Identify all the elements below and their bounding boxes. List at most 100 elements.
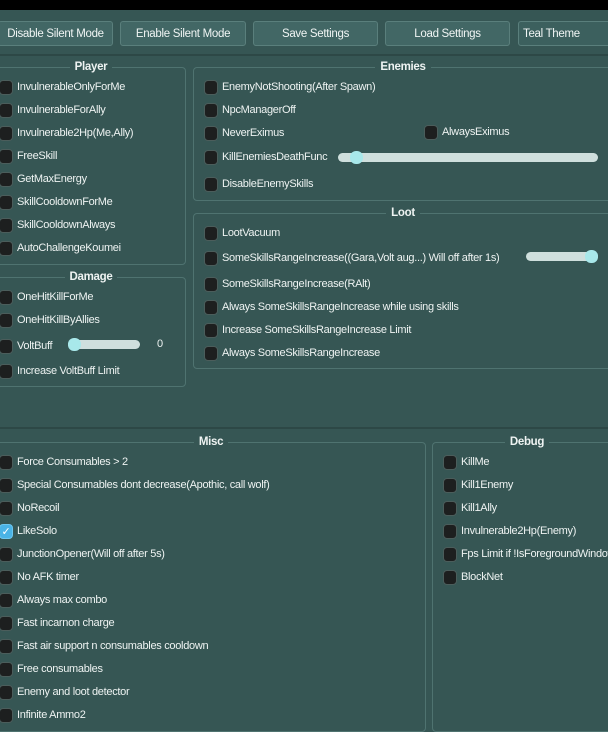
- checkbox-player-3[interactable]: FreeSkill: [0, 148, 57, 164]
- checkbox-loot-4[interactable]: Increase SomeSkillsRangeIncrease Limit: [204, 322, 411, 338]
- checkbox-box[interactable]: [0, 661, 13, 677]
- checkbox-debug-2[interactable]: Kill1Ally: [443, 500, 497, 516]
- kill-enemies-slider[interactable]: [338, 151, 598, 164]
- checkbox-label: KillEnemiesDeathFunc: [222, 151, 328, 163]
- checkbox-debug-4[interactable]: Fps Limit if !IsForegroundWindow: [443, 546, 608, 562]
- checkbox-loot-5[interactable]: Always SomeSkillsRangeIncrease: [204, 345, 380, 361]
- checkbox-damage-2[interactable]: VoltBuff: [0, 338, 53, 354]
- checkbox-box[interactable]: [0, 684, 13, 700]
- checkbox-loot-1[interactable]: SomeSkillsRangeIncrease((Gara,Volt aug..…: [204, 250, 500, 266]
- slider-thumb[interactable]: [350, 151, 364, 164]
- range-increase-slider[interactable]: [526, 250, 598, 263]
- checkbox-box[interactable]: [0, 338, 13, 354]
- checkbox-misc-1[interactable]: Special Consumables dont decrease(Apothi…: [0, 477, 270, 493]
- checkbox-box[interactable]: [0, 171, 13, 187]
- checkbox-enemies-3[interactable]: KillEnemiesDeathFunc: [204, 149, 328, 165]
- checkbox-box[interactable]: [0, 592, 13, 608]
- checkbox-damage-0[interactable]: OneHitKillForMe: [0, 289, 93, 305]
- checkbox-loot-0[interactable]: LootVacuum: [204, 225, 280, 241]
- checkbox-misc-4[interactable]: JunctionOpener(Will off after 5s): [0, 546, 165, 562]
- checkbox-box[interactable]: [0, 289, 13, 305]
- checkbox-damage-3[interactable]: Increase VoltBuff Limit: [0, 363, 120, 379]
- save-settings-button[interactable]: Save Settings: [253, 21, 378, 46]
- checkbox-box[interactable]: [204, 176, 218, 192]
- checkbox-box[interactable]: [0, 569, 13, 585]
- theme-select[interactable]: Teal Theme: [518, 21, 608, 46]
- checkbox-misc-0[interactable]: Force Consumables > 2: [0, 454, 128, 470]
- checkbox-box[interactable]: [0, 454, 13, 470]
- checkbox-debug-5[interactable]: BlockNet: [443, 569, 503, 585]
- checkbox-box[interactable]: [443, 454, 457, 470]
- checkbox-box[interactable]: [0, 194, 13, 210]
- voltbuff-slider[interactable]: [68, 338, 140, 351]
- checkbox-box[interactable]: [204, 322, 218, 338]
- checkbox-damage-1[interactable]: OneHitKillByAllies: [0, 312, 100, 328]
- checkbox-player-6[interactable]: SkillCooldownAlways: [0, 217, 116, 233]
- checkbox-box[interactable]: [0, 638, 13, 654]
- checkbox-debug-1[interactable]: Kill1Enemy: [443, 477, 513, 493]
- checkbox-loot-3[interactable]: Always SomeSkillsRangeIncrease while usi…: [204, 299, 459, 315]
- slider-thumb[interactable]: [585, 250, 598, 263]
- checkbox-misc-11[interactable]: Infinite Ammo2: [0, 707, 86, 723]
- checkbox-misc-2[interactable]: NoRecoil: [0, 500, 60, 516]
- checkbox-box[interactable]: [204, 149, 218, 165]
- checkbox-box[interactable]: [0, 312, 13, 328]
- checkbox-enemies-1[interactable]: NpcManagerOff: [204, 102, 296, 118]
- checkbox-box[interactable]: [0, 102, 13, 118]
- checkbox-debug-3[interactable]: Invulnerable2Hp(Enemy): [443, 523, 576, 539]
- checkbox-box[interactable]: [443, 546, 457, 562]
- checkbox-enemies-4[interactable]: DisableEnemySkills: [204, 176, 314, 192]
- checkbox-box[interactable]: [0, 240, 13, 256]
- checkbox-box[interactable]: [0, 546, 13, 562]
- checkbox-label: Invulnerable2Hp(Enemy): [461, 525, 577, 537]
- slider-thumb[interactable]: [68, 338, 81, 351]
- checkbox-misc-9[interactable]: Free consumables: [0, 661, 103, 677]
- checkbox-player-1[interactable]: InvulnerableForAlly: [0, 102, 106, 118]
- checkbox-always-eximus[interactable]: AlwaysEximus: [424, 124, 510, 140]
- checkbox-box[interactable]: [204, 125, 218, 141]
- checkbox-box[interactable]: [0, 500, 13, 516]
- checkbox-box[interactable]: [0, 615, 13, 631]
- checkbox-box[interactable]: [0, 477, 13, 493]
- checkbox-player-4[interactable]: GetMaxEnergy: [0, 171, 87, 187]
- checkbox-player-7[interactable]: AutoChallengeKoumei: [0, 240, 121, 256]
- checkbox-enemies-0[interactable]: EnemyNotShooting(After Spawn): [204, 79, 376, 95]
- checkbox-box[interactable]: [0, 217, 13, 233]
- checkbox-box[interactable]: [443, 477, 457, 493]
- checkbox-player-0[interactable]: InvulnerableOnlyForMe: [0, 79, 125, 95]
- checkbox-player-2[interactable]: Invulnerable2Hp(Me,Ally): [0, 125, 134, 141]
- checkbox-box[interactable]: [204, 79, 218, 95]
- checkbox-box[interactable]: [204, 276, 218, 292]
- checkbox-label: Force Consumables > 2: [17, 456, 128, 468]
- checkbox-box[interactable]: [443, 500, 457, 516]
- checkbox-player-5[interactable]: SkillCooldownForMe: [0, 194, 113, 210]
- checkbox-loot-2[interactable]: SomeSkillsRangeIncrease(RAlt): [204, 276, 371, 292]
- checkbox-enemies-2[interactable]: NeverEximus: [204, 125, 284, 141]
- checkbox-debug-0[interactable]: KillMe: [443, 454, 489, 470]
- checkbox-misc-10[interactable]: Enemy and loot detector: [0, 684, 130, 700]
- checkbox-box[interactable]: [204, 225, 218, 241]
- checkbox-box[interactable]: [204, 102, 218, 118]
- checkbox-box[interactable]: [204, 345, 218, 361]
- checkbox-misc-6[interactable]: Always max combo: [0, 592, 107, 608]
- checkbox-misc-7[interactable]: Fast incarnon charge: [0, 615, 115, 631]
- checkbox-box[interactable]: [424, 124, 438, 140]
- load-settings-button[interactable]: Load Settings: [385, 21, 510, 46]
- checkbox-box[interactable]: [443, 569, 457, 585]
- checkbox-box[interactable]: [443, 523, 457, 539]
- disable-silent-mode-button[interactable]: Disable Silent Mode: [0, 21, 113, 46]
- enable-silent-mode-button[interactable]: Enable Silent Mode: [120, 21, 246, 46]
- checkbox-misc-3[interactable]: ✓ LikeSolo: [0, 523, 57, 539]
- checkbox-box[interactable]: [0, 363, 13, 379]
- checkbox-misc-5[interactable]: No AFK timer: [0, 569, 79, 585]
- checkbox-box[interactable]: [0, 125, 13, 141]
- checkbox-box[interactable]: [204, 250, 218, 266]
- voltbuff-value: 0: [157, 338, 163, 350]
- checkbox-misc-8[interactable]: Fast air support n consumables cooldown: [0, 638, 209, 654]
- checkbox-box[interactable]: [0, 707, 13, 723]
- checkbox-label: InvulnerableForAlly: [17, 104, 106, 116]
- checkbox-box[interactable]: [204, 299, 218, 315]
- checkbox-checked-icon[interactable]: ✓: [0, 523, 13, 539]
- checkbox-box[interactable]: [0, 148, 13, 164]
- checkbox-box[interactable]: [0, 79, 13, 95]
